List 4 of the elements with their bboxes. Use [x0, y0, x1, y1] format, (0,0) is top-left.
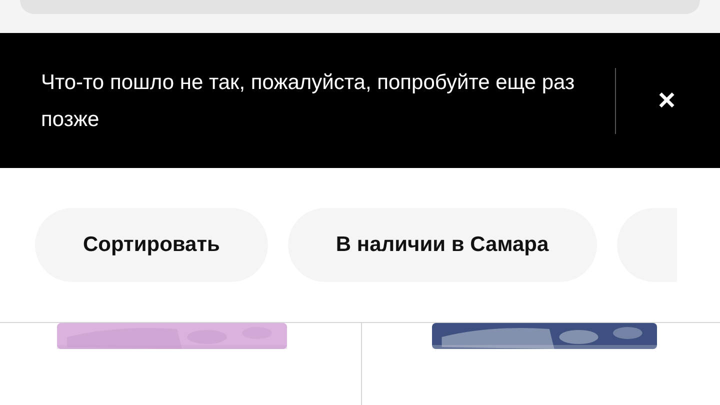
close-button[interactable]: × — [658, 86, 676, 116]
error-message: Что-то пошло не так, пожалуйста, попробуйте еще раз позже — [41, 70, 576, 132]
filter-chip[interactable]: В наличии в Самара — [288, 208, 597, 282]
filter-chip[interactable]: Сортировать — [35, 208, 268, 282]
